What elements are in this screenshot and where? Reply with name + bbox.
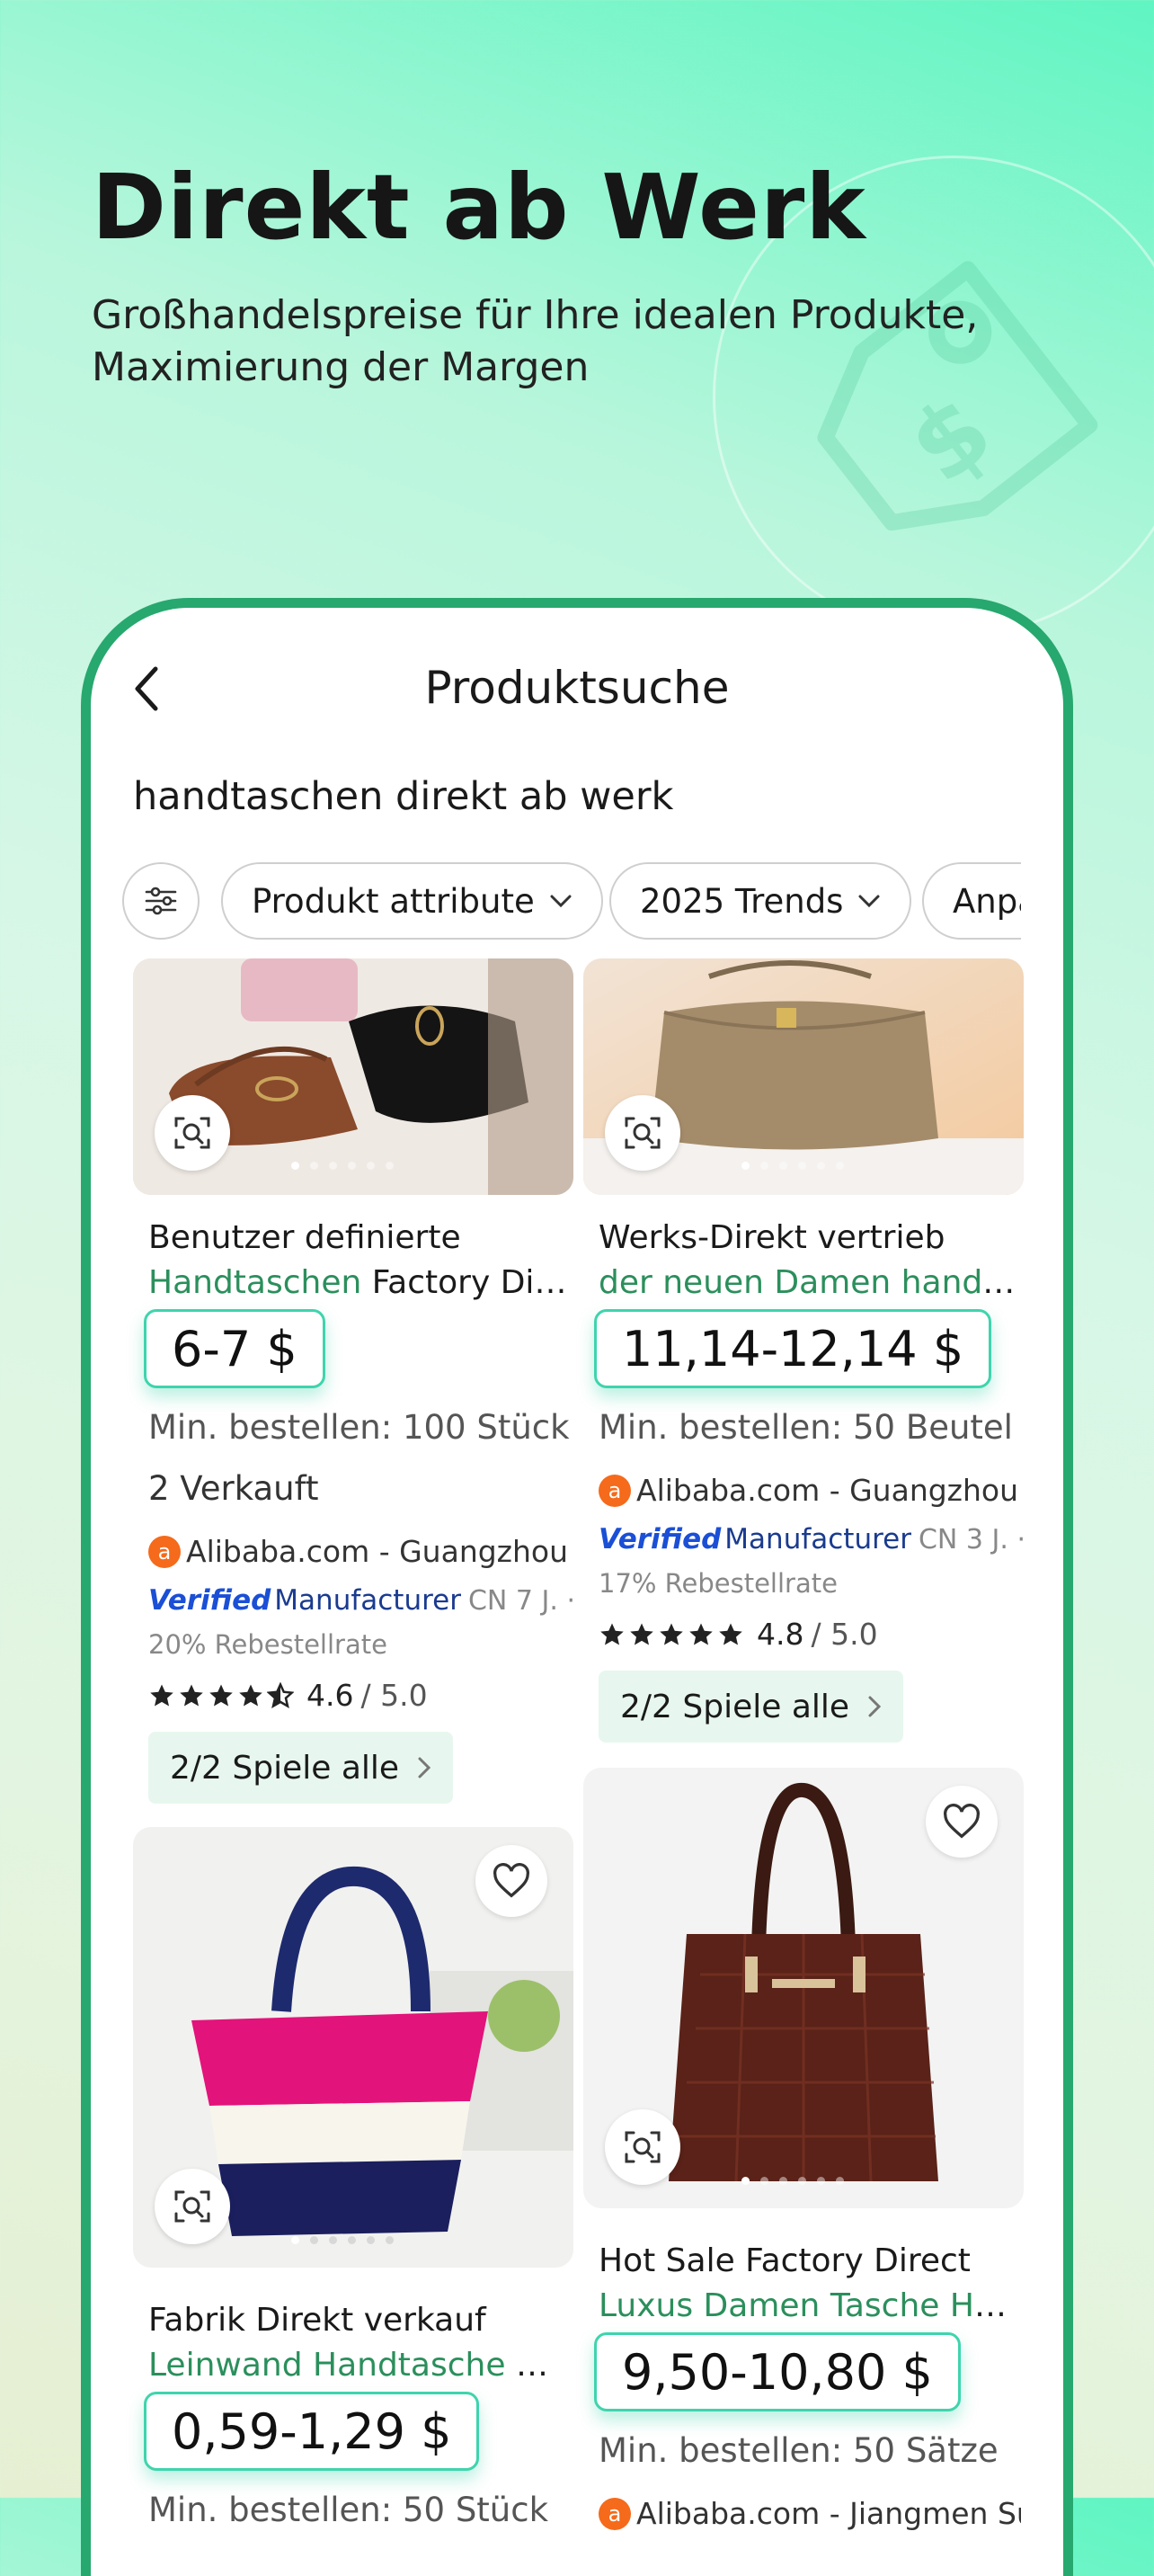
title-highlight: Handtaschen bbox=[148, 1264, 362, 1301]
sold-count: 2 Verkauft bbox=[148, 1469, 319, 1508]
country-years: CN 3 J. · bbox=[918, 1524, 1025, 1555]
image-pagination bbox=[741, 2177, 844, 2185]
phone-mockup: Produktsuche handtaschen direkt ab werk … bbox=[81, 598, 1073, 2576]
manufacturer-label: Manufacturer bbox=[274, 1584, 461, 1617]
price-badge: 0,59-1,29 $ bbox=[144, 2392, 480, 2471]
min-order: Min. bestellen: 100 Stück bbox=[148, 1408, 570, 1447]
rating-row: 4.8 / 5.0 bbox=[599, 1617, 878, 1652]
chip-label: Anpassung bbox=[953, 881, 1021, 921]
filter-settings-button[interactable] bbox=[122, 862, 200, 940]
chevron-right-icon bbox=[868, 1696, 882, 1717]
rating-score: 4.6 bbox=[306, 1678, 354, 1713]
supplier-row[interactable]: a Alibaba.com - Guangzhou Supplier bbox=[599, 1473, 1021, 1508]
star-rating-icons bbox=[148, 1681, 294, 1709]
image-pagination bbox=[291, 2236, 394, 2244]
rating-max: / 5.0 bbox=[811, 1617, 878, 1652]
supplier-row[interactable]: a Alibaba.com - Guangzhou Supplier bbox=[148, 1534, 571, 1569]
title-rest: mit Logo bbox=[515, 2347, 571, 2384]
visual-search-button[interactable] bbox=[605, 1095, 680, 1171]
match-label: 2/2 Spiele alle bbox=[620, 1688, 850, 1725]
chip-product-attributes[interactable]: Produkt attribute bbox=[221, 862, 603, 940]
rating-score: 4.8 bbox=[757, 1617, 804, 1652]
verified-row: Verified Manufacturer CN 3 J. · bbox=[599, 1523, 1025, 1555]
alibaba-logo-icon: a bbox=[599, 1474, 631, 1507]
hero-subtitle: Großhandelspreise für Ihre idealen Produ… bbox=[92, 290, 990, 394]
chevron-down-icon bbox=[550, 895, 572, 908]
title-highlight: der neuen Damen handtaschen bbox=[599, 1264, 1021, 1301]
rating-max: / 5.0 bbox=[360, 1678, 428, 1713]
image-pagination bbox=[291, 1162, 394, 1170]
product-title-line1: Fabrik Direkt verkauf bbox=[148, 2302, 486, 2339]
search-query[interactable]: handtaschen direkt ab werk bbox=[133, 774, 673, 819]
supplier-row[interactable]: a Alibaba.com - Jiangmen Supplier bbox=[599, 2496, 1021, 2531]
chip-customization[interactable]: Anpassung bbox=[922, 862, 1021, 940]
hero-title: Direkt ab Werk bbox=[92, 155, 866, 260]
visual-search-button[interactable] bbox=[155, 1095, 230, 1171]
product-image[interactable] bbox=[133, 1827, 573, 2268]
alibaba-logo-icon: a bbox=[599, 2497, 631, 2530]
heart-icon bbox=[944, 1804, 980, 1839]
favorite-button[interactable] bbox=[926, 1786, 998, 1858]
image-pagination bbox=[741, 1162, 844, 1170]
product-image[interactable] bbox=[583, 1768, 1024, 2208]
chip-label: 2025 Trends bbox=[640, 881, 844, 921]
verified-row: Verified Manufacturer CN 7 J. · bbox=[148, 1584, 575, 1617]
product-title-line2: Handtaschen Factory Direkt bbox=[148, 1264, 571, 1301]
match-label: 2/2 Spiele alle bbox=[170, 1749, 400, 1787]
chip-2025-trends[interactable]: 2025 Trends bbox=[609, 862, 912, 940]
min-order: Min. bestellen: 50 Stück bbox=[148, 2491, 549, 2529]
product-title-line2: Luxus Damen Tasche Handtasche bbox=[599, 2287, 1021, 2324]
hero-subtitle-line2: Maximierung der Margen bbox=[92, 344, 590, 390]
product-title-line1: Werks-Direkt vertrieb bbox=[599, 1219, 945, 1256]
supplier-name: Alibaba.com - Jiangmen Supplier bbox=[636, 2496, 1021, 2531]
hero-subtitle-line1: Großhandelspreise für Ihre idealen Produ… bbox=[92, 292, 979, 338]
product-image[interactable] bbox=[133, 958, 573, 1195]
sliders-icon bbox=[145, 887, 177, 915]
product-title-line2: Leinwand Handtasche mit Logo bbox=[148, 2347, 571, 2384]
product-title-line1: Benutzer definierte bbox=[148, 1219, 461, 1256]
product-title-line1: Hot Sale Factory Direct bbox=[599, 2242, 971, 2279]
favorite-button[interactable] bbox=[475, 1845, 547, 1917]
product-title-line2: der neuen Damen handtaschen bbox=[599, 1264, 1021, 1301]
visual-search-button[interactable] bbox=[605, 2109, 680, 2185]
star-rating-icons bbox=[599, 1621, 744, 1648]
verified-label: Verified bbox=[148, 1584, 271, 1617]
verified-label: Verified bbox=[599, 1523, 722, 1555]
supplier-name: Alibaba.com - Guangzhou Supplier bbox=[636, 1473, 1021, 1508]
match-all-button[interactable]: 2/2 Spiele alle bbox=[599, 1671, 904, 1743]
scan-lens-icon bbox=[625, 2131, 661, 2163]
chevron-down-icon bbox=[858, 895, 880, 908]
reorder-rate: 20% Rebestellrate bbox=[148, 1629, 387, 1660]
match-all-button[interactable]: 2/2 Spiele alle bbox=[148, 1732, 454, 1804]
product-image[interactable] bbox=[583, 958, 1024, 1195]
min-order: Min. bestellen: 50 Sätze bbox=[599, 2431, 999, 2470]
scan-lens-icon bbox=[174, 1117, 210, 1149]
title-rest: Factory Direkt bbox=[371, 1264, 571, 1301]
title-highlight: Luxus Damen Tasche Handtasche bbox=[599, 2287, 1021, 2324]
screen-title: Produktsuche bbox=[424, 662, 730, 714]
min-order: Min. bestellen: 50 Beutel bbox=[599, 1408, 1013, 1447]
price-badge: 11,14-12,14 $ bbox=[594, 1309, 992, 1388]
supplier-name: Alibaba.com - Guangzhou Supplier bbox=[186, 1534, 571, 1569]
chevron-right-icon bbox=[418, 1757, 431, 1778]
rating-row: 4.6 / 5.0 bbox=[148, 1678, 428, 1713]
chip-label: Produkt attribute bbox=[252, 881, 535, 921]
heart-icon bbox=[493, 1863, 529, 1898]
reorder-rate: 17% Rebestellrate bbox=[599, 1568, 838, 1599]
scan-lens-icon bbox=[174, 2190, 210, 2223]
price-badge: 9,50-10,80 $ bbox=[594, 2332, 961, 2411]
country-years: CN 7 J. · bbox=[467, 1585, 575, 1617]
scan-lens-icon bbox=[625, 1117, 661, 1149]
filter-chip-bar: Produkt attribute 2025 Trends Anpassung bbox=[122, 860, 1021, 945]
alibaba-logo-icon: a bbox=[148, 1535, 181, 1568]
price-badge: 6-7 $ bbox=[144, 1309, 325, 1388]
manufacturer-label: Manufacturer bbox=[724, 1523, 911, 1555]
title-highlight: Leinwand Handtasche bbox=[148, 2347, 506, 2384]
visual-search-button[interactable] bbox=[155, 2169, 230, 2244]
